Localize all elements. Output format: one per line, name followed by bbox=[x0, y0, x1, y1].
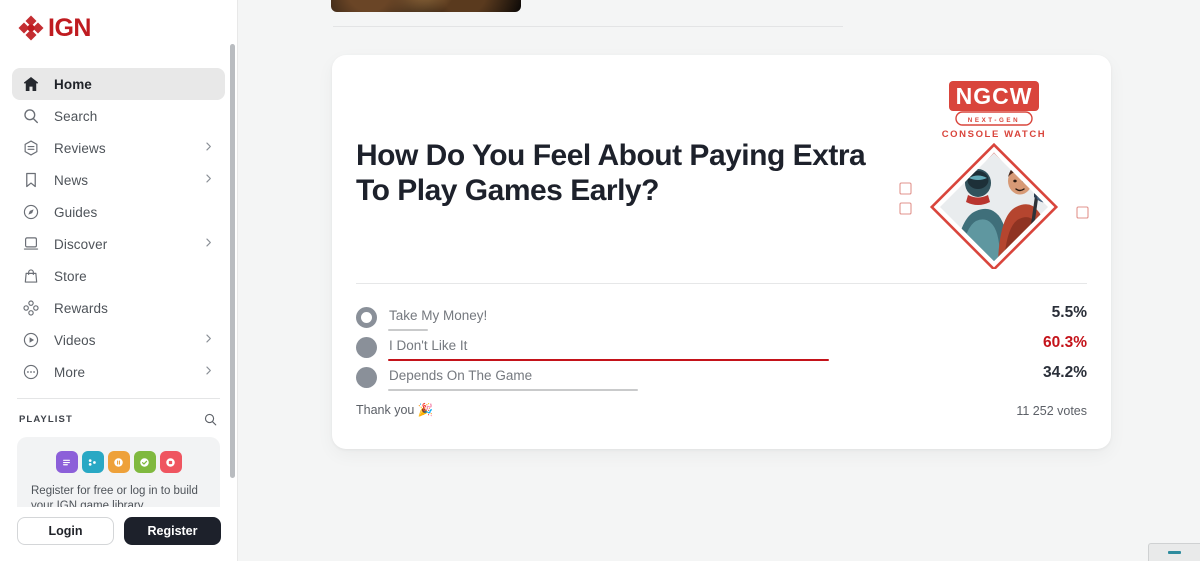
poll-footer: Thank you 🎉 11 252 votes bbox=[356, 403, 1087, 418]
playlist-header: PLAYLIST bbox=[0, 399, 237, 427]
corner-widget-indicator bbox=[1168, 551, 1181, 554]
poll-option-bar-track bbox=[388, 359, 829, 361]
sidebar-item-label: Home bbox=[54, 76, 92, 92]
home-icon bbox=[21, 75, 40, 94]
sidebar-scrollbar-thumb[interactable] bbox=[230, 44, 235, 478]
content-divider bbox=[333, 26, 843, 27]
sidebar-item-label: More bbox=[54, 364, 86, 380]
sidebar-item-search[interactable]: Search bbox=[12, 100, 225, 132]
article-thumbnail[interactable] bbox=[331, 0, 521, 12]
news-icon bbox=[21, 171, 40, 190]
poll-option-label: Take My Money! bbox=[389, 308, 488, 323]
sidebar-item-label: Store bbox=[54, 268, 87, 284]
poll-divider bbox=[356, 283, 1087, 284]
chevron-right-icon bbox=[203, 363, 214, 381]
store-icon bbox=[21, 267, 40, 286]
sidebar-item-label: Rewards bbox=[54, 300, 108, 316]
corner-widget[interactable] bbox=[1148, 543, 1200, 561]
sidebar-scrollbar[interactable] bbox=[229, 44, 235, 514]
sidebar-item-videos[interactable]: Videos bbox=[12, 324, 225, 356]
sidebar-item-store[interactable]: Store bbox=[12, 260, 225, 292]
poll-option-row[interactable]: Depends On The Game 34.2% bbox=[356, 364, 1087, 394]
playlist-title: PLAYLIST bbox=[19, 414, 73, 425]
more-icon bbox=[21, 363, 40, 382]
reviews-icon bbox=[21, 139, 40, 158]
poll-option-label: I Don't Like It bbox=[389, 338, 468, 353]
poll-option-percent: 60.3% bbox=[1043, 334, 1087, 351]
poll-options: Take My Money! 5.5% I Don't Like It 60.3… bbox=[356, 304, 1087, 394]
poll-option-bar-winner bbox=[388, 359, 829, 361]
sidebar-item-reviews[interactable]: Reviews bbox=[12, 132, 225, 164]
poll-option-percent: 34.2% bbox=[1043, 364, 1087, 381]
playlist-list-icon[interactable] bbox=[55, 451, 78, 473]
chevron-right-icon bbox=[203, 331, 214, 349]
sidebar-item-news[interactable]: News bbox=[12, 164, 225, 196]
poll-option-label: Depends On The Game bbox=[389, 368, 533, 383]
sidebar-item-home[interactable]: Home bbox=[12, 68, 225, 100]
radio-button-selected[interactable] bbox=[356, 307, 377, 328]
register-button[interactable]: Register bbox=[124, 517, 221, 545]
main-content: How Do You Feel About Paying Extra To Pl… bbox=[238, 0, 1200, 561]
poll-card: How Do You Feel About Paying Extra To Pl… bbox=[332, 55, 1111, 449]
sidebar: IGN Home Search Reviews News Guides Disc… bbox=[0, 0, 238, 561]
sidebar-item-label: Videos bbox=[54, 332, 96, 348]
ign-diamond-icon bbox=[17, 14, 45, 42]
sidebar-item-label: Search bbox=[54, 108, 98, 124]
radio-button[interactable] bbox=[356, 337, 377, 358]
playlist-dropped-icon[interactable] bbox=[159, 451, 182, 473]
rewards-icon bbox=[21, 299, 40, 318]
sidebar-item-rewards[interactable]: Rewards bbox=[12, 292, 225, 324]
playlist-status-icons bbox=[29, 451, 208, 473]
playlist-done-icon[interactable] bbox=[133, 451, 156, 473]
guides-icon bbox=[21, 203, 40, 222]
auth-buttons: Login Register bbox=[0, 507, 237, 561]
svg-text:NEXT-GEN: NEXT-GEN bbox=[968, 117, 1020, 124]
sidebar-item-label: Reviews bbox=[54, 140, 106, 156]
radio-button[interactable] bbox=[356, 367, 377, 388]
page-root: IGN Home Search Reviews News Guides Disc… bbox=[0, 0, 1200, 561]
discover-icon bbox=[21, 235, 40, 254]
chevron-right-icon bbox=[203, 139, 214, 157]
sidebar-nav: Home Search Reviews News Guides Discover… bbox=[0, 54, 237, 388]
svg-text:NGCW: NGCW bbox=[956, 83, 1033, 109]
poll-option-percent: 5.5% bbox=[1051, 304, 1087, 321]
poll-option-bar bbox=[388, 329, 429, 331]
poll-option-bar-track bbox=[388, 329, 429, 331]
poll-thanks-text: Thank you 🎉 bbox=[356, 403, 434, 417]
ign-logo[interactable]: IGN bbox=[17, 14, 237, 42]
ngcw-artwork: NGCW NEXT-GEN CONSOLE WATCH bbox=[894, 79, 1094, 275]
videos-icon bbox=[21, 331, 40, 350]
ign-logo-wrapper[interactable]: IGN bbox=[0, 0, 237, 54]
playlist-paused-icon[interactable] bbox=[107, 451, 130, 473]
svg-text:CONSOLE WATCH: CONSOLE WATCH bbox=[942, 129, 1047, 140]
sidebar-item-label: Guides bbox=[54, 204, 98, 220]
sidebar-item-discover[interactable]: Discover bbox=[12, 228, 225, 260]
sidebar-item-label: News bbox=[54, 172, 89, 188]
poll-vote-count: 11 252 votes bbox=[1016, 403, 1087, 418]
sidebar-item-label: Discover bbox=[54, 236, 108, 252]
sidebar-item-guides[interactable]: Guides bbox=[12, 196, 225, 228]
sidebar-item-more[interactable]: More bbox=[12, 356, 225, 388]
poll-option-bar bbox=[388, 389, 638, 391]
chevron-right-icon bbox=[203, 235, 214, 253]
chevron-right-icon bbox=[203, 171, 214, 189]
search-icon bbox=[21, 107, 40, 126]
playlist-playing-icon[interactable] bbox=[81, 451, 104, 473]
search-icon[interactable] bbox=[203, 412, 218, 427]
poll-option-bar-track bbox=[388, 389, 638, 391]
ign-wordmark: IGN bbox=[48, 13, 91, 42]
poll-question: How Do You Feel About Paying Extra To Pl… bbox=[356, 139, 866, 208]
poll-option-row[interactable]: Take My Money! 5.5% bbox=[356, 304, 1087, 334]
poll-option-row[interactable]: I Don't Like It 60.3% bbox=[356, 334, 1087, 364]
login-button[interactable]: Login bbox=[17, 517, 114, 545]
